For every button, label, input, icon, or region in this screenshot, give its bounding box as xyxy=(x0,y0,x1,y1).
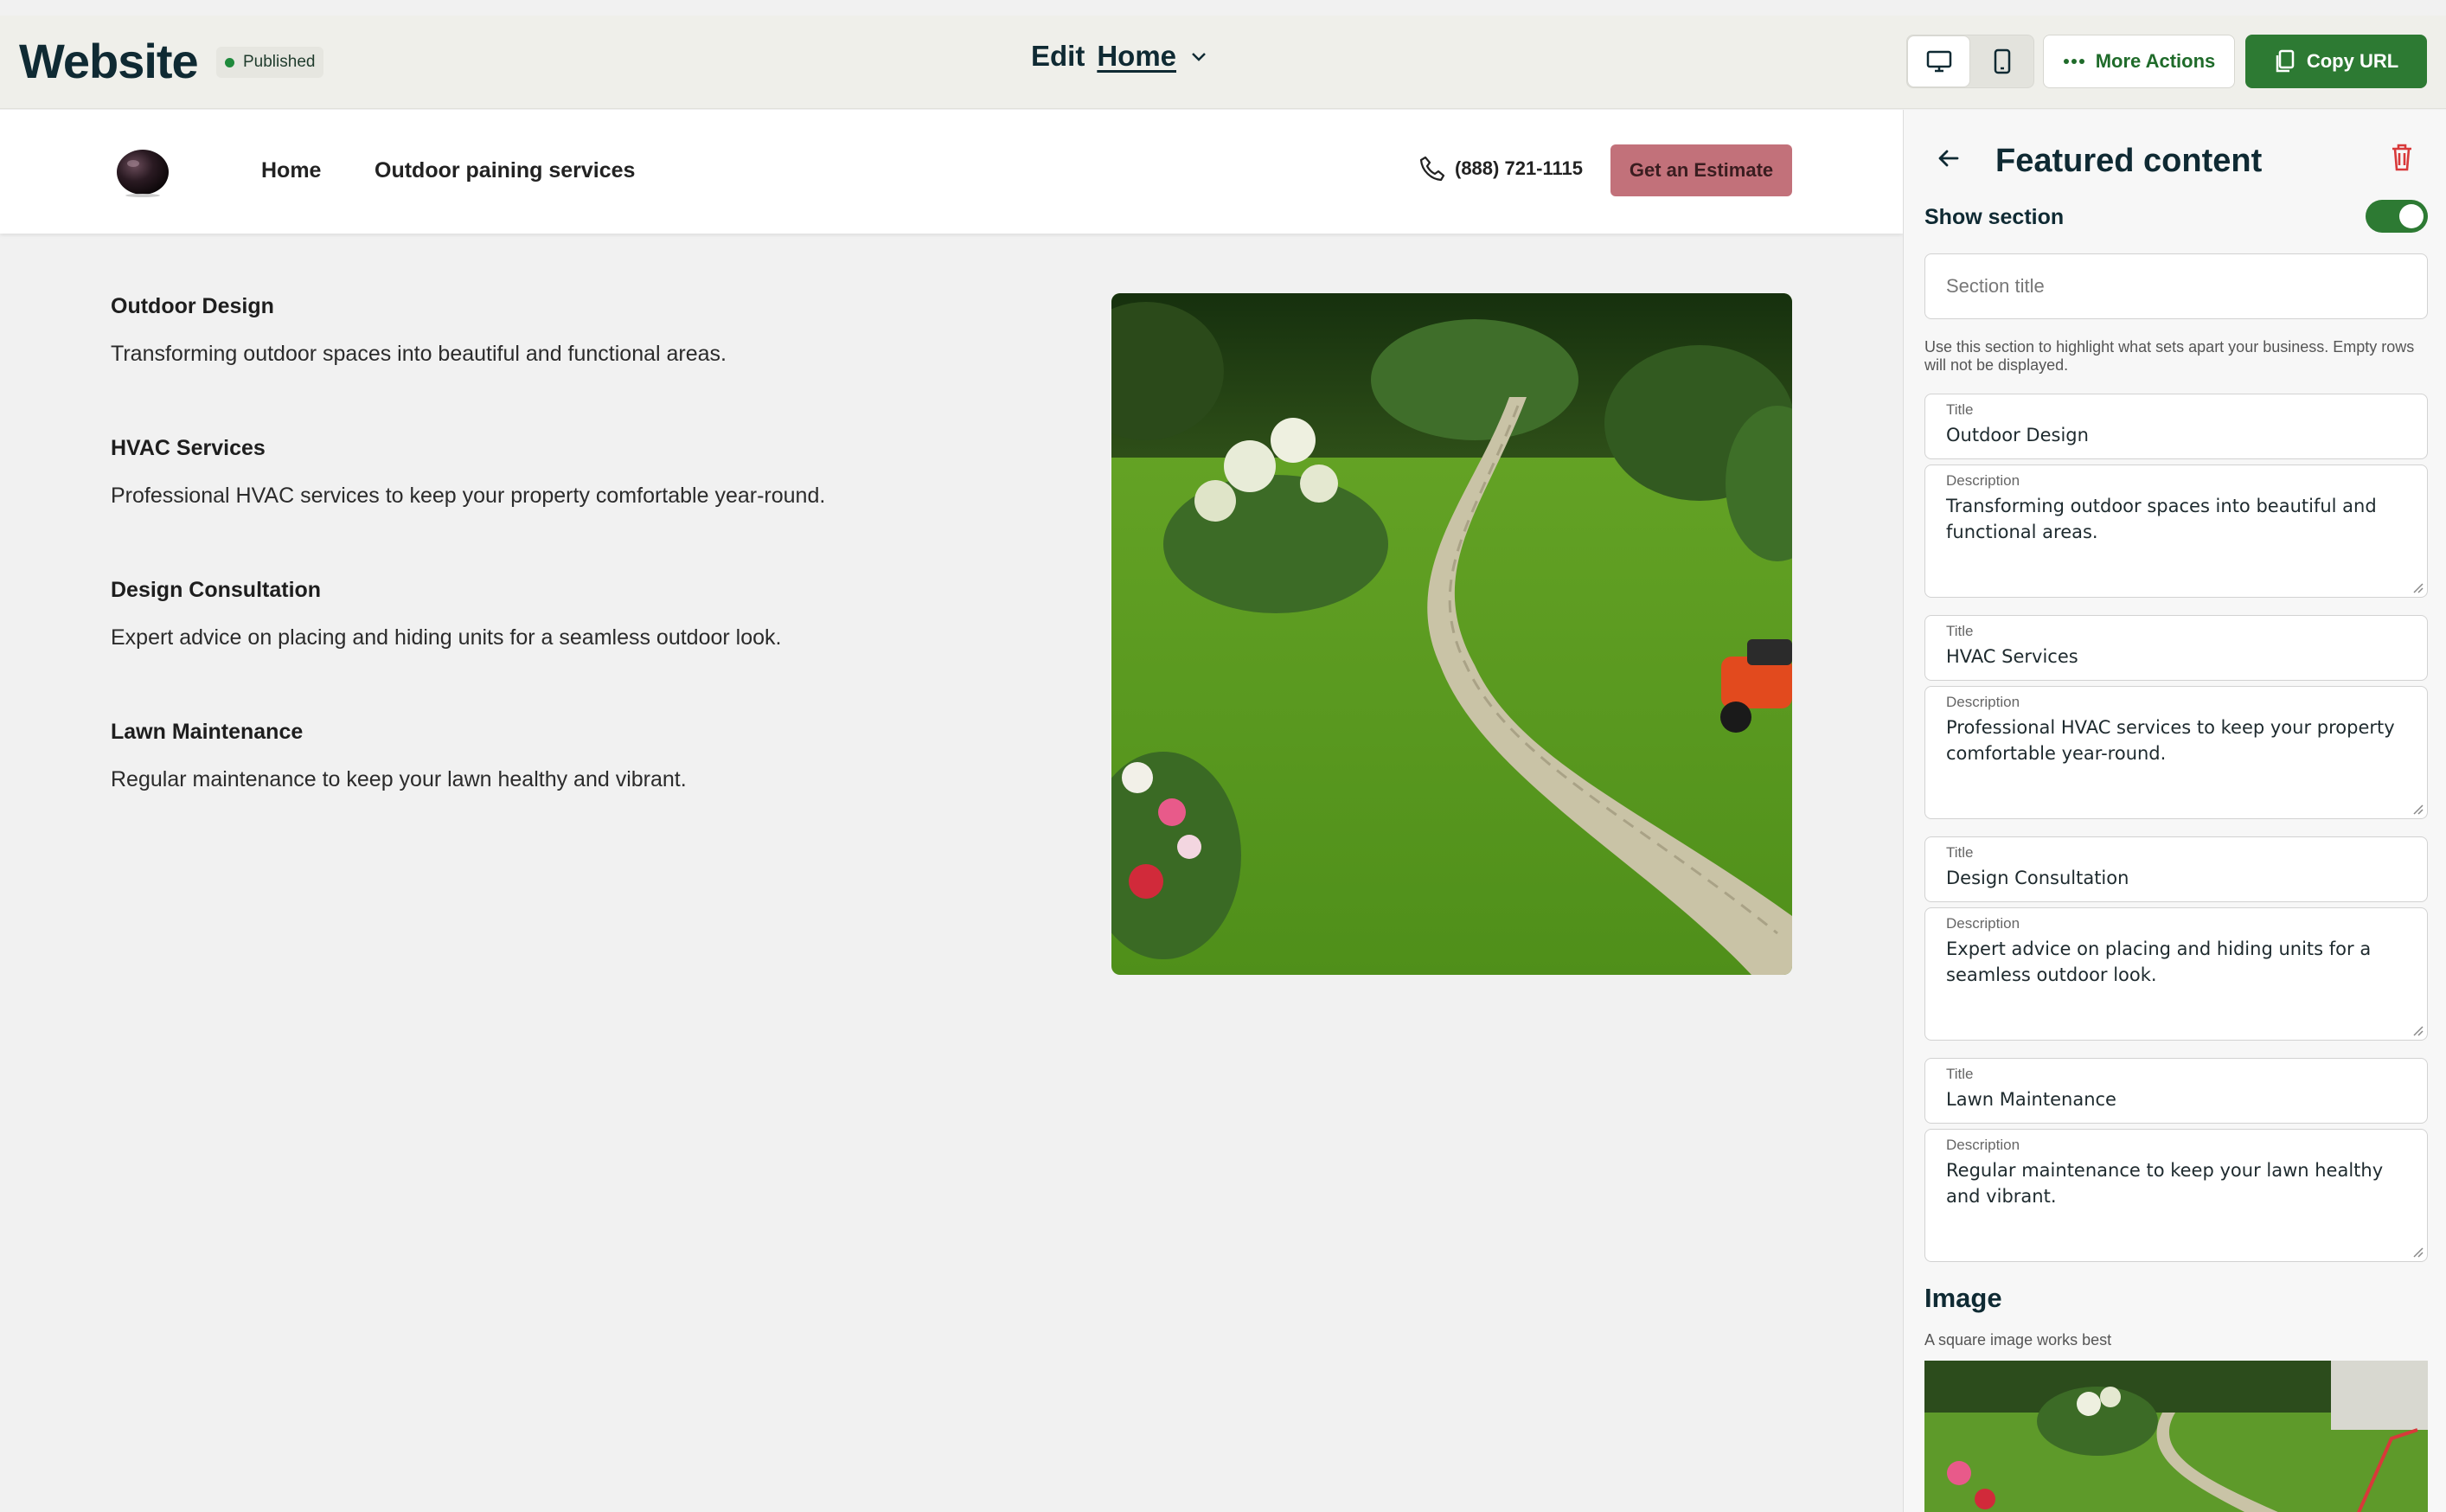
chevron-down-icon[interactable] xyxy=(1188,46,1209,67)
field-label: Description xyxy=(1946,915,2020,932)
field-value: Outdoor Design xyxy=(1946,425,2089,445)
more-actions-button[interactable]: More Actions xyxy=(2043,35,2235,88)
feature-title: HVAC Services xyxy=(111,436,266,460)
title-field[interactable]: Title Design Consultation xyxy=(1924,836,2428,902)
help-text: Use this section to highlight what sets … xyxy=(1924,338,2415,374)
field-value: HVAC Services xyxy=(1946,646,2078,667)
nav-link-services[interactable]: Outdoor paining services xyxy=(375,158,635,183)
resize-handle-icon[interactable] xyxy=(2411,1024,2424,1036)
show-section-toggle[interactable] xyxy=(2366,200,2428,233)
title-field[interactable]: Title HVAC Services xyxy=(1924,615,2428,681)
copy-url-button[interactable]: Copy URL xyxy=(2245,35,2427,88)
panel-header: Featured content xyxy=(1904,136,2446,188)
desktop-view-button[interactable] xyxy=(1907,35,1971,87)
title-field[interactable]: Title Lawn Maintenance xyxy=(1924,1058,2428,1124)
field-label: Title xyxy=(1946,623,1974,639)
feature-title: Outdoor Design xyxy=(111,294,274,318)
feature-title: Design Consultation xyxy=(111,578,322,602)
field-value: Professional HVAC services to keep your … xyxy=(1946,717,2395,764)
status-badge: Published xyxy=(216,47,324,78)
more-actions-label: More Actions xyxy=(2095,50,2216,72)
logo-icon[interactable] xyxy=(114,141,171,198)
feature-title: Lawn Maintenance xyxy=(111,720,304,744)
image-hint: A square image works best xyxy=(1924,1331,2112,1349)
field-label: Title xyxy=(1946,1066,1974,1082)
feature-description: Expert advice on placing and hiding unit… xyxy=(111,625,782,650)
status-text: Published xyxy=(243,53,316,71)
image-heading: Image xyxy=(1924,1283,2002,1313)
status-dot xyxy=(225,57,234,67)
field-value: Expert advice on placing and hiding unit… xyxy=(1946,939,2372,985)
resize-handle-icon[interactable] xyxy=(2411,1246,2424,1258)
description-field[interactable]: Description Regular maintenance to keep … xyxy=(1924,1129,2428,1262)
device-toggle xyxy=(1906,35,2034,88)
resize-handle-icon[interactable] xyxy=(2411,803,2424,815)
site-header: Home Outdoor paining services (888) 721-… xyxy=(0,110,1903,234)
copy-url-label: Copy URL xyxy=(2306,50,2399,72)
toggle-knob xyxy=(2399,204,2424,228)
image-thumbnail[interactable] xyxy=(1924,1361,2428,1512)
phone-icon xyxy=(1419,156,1445,182)
description-field[interactable]: Description Transforming outdoor spaces … xyxy=(1924,464,2428,598)
settings-panel: Featured content Show section Section ti… xyxy=(1903,110,2446,1512)
mobile-icon xyxy=(1994,48,2010,74)
field-label: Description xyxy=(1946,1137,2020,1153)
more-icon xyxy=(2063,59,2084,64)
page-name[interactable]: Home xyxy=(1097,40,1176,73)
get-estimate-button[interactable]: Get an Estimate xyxy=(1610,144,1792,196)
field-value: Lawn Maintenance xyxy=(1946,1089,2116,1110)
resize-handle-icon[interactable] xyxy=(2411,581,2424,593)
website-preview: Home Outdoor paining services (888) 721-… xyxy=(0,110,1903,1512)
feature-description: Transforming outdoor spaces into beautif… xyxy=(111,342,727,366)
feature-item: HVAC Services Professional HVAC services… xyxy=(111,436,825,509)
feature-item: Outdoor Design Transforming outdoor spac… xyxy=(111,294,727,367)
show-section-label: Show section xyxy=(1924,205,2065,229)
feature-item: Design Consultation Expert advice on pla… xyxy=(111,578,781,650)
field-label: Title xyxy=(1946,844,1974,861)
featured-image xyxy=(1111,293,1792,975)
section-title-input[interactable]: Section title xyxy=(1924,253,2428,319)
mobile-view-button[interactable] xyxy=(1970,35,2033,87)
feature-description: Regular maintenance to keep your lawn he… xyxy=(111,767,687,791)
page-selector[interactable]: Edit Home xyxy=(1031,40,1209,73)
field-label: Description xyxy=(1946,694,2020,710)
field-value: Design Consultation xyxy=(1946,868,2129,888)
brand-title: Website xyxy=(19,34,199,88)
title-field[interactable]: Title Outdoor Design xyxy=(1924,394,2428,459)
field-label: Title xyxy=(1946,401,1974,418)
back-arrow-icon[interactable] xyxy=(1935,144,1963,172)
field-value: Regular maintenance to keep your lawn he… xyxy=(1946,1160,2384,1207)
phone-number: (888) 721-1115 xyxy=(1455,157,1584,179)
description-field[interactable]: Description Professional HVAC services t… xyxy=(1924,686,2428,819)
trash-icon[interactable] xyxy=(2390,143,2414,172)
edit-label: Edit xyxy=(1031,40,1085,72)
phone-link[interactable]: (888) 721-1115 xyxy=(1418,155,1583,183)
panel-title: Featured content xyxy=(1995,143,2263,179)
nav-link-home[interactable]: Home xyxy=(261,158,321,183)
desktop-icon xyxy=(1926,50,1951,73)
feature-description: Professional HVAC services to keep your … xyxy=(111,484,826,508)
feature-item: Lawn Maintenance Regular maintenance to … xyxy=(111,720,687,792)
editor-toolbar: Website Published Edit Home More Actions… xyxy=(0,16,2446,109)
description-field[interactable]: Description Expert advice on placing and… xyxy=(1924,907,2428,1041)
field-label: Description xyxy=(1946,472,2020,489)
copy-icon xyxy=(2276,49,2295,73)
field-value: Transforming outdoor spaces into beautif… xyxy=(1946,496,2377,542)
